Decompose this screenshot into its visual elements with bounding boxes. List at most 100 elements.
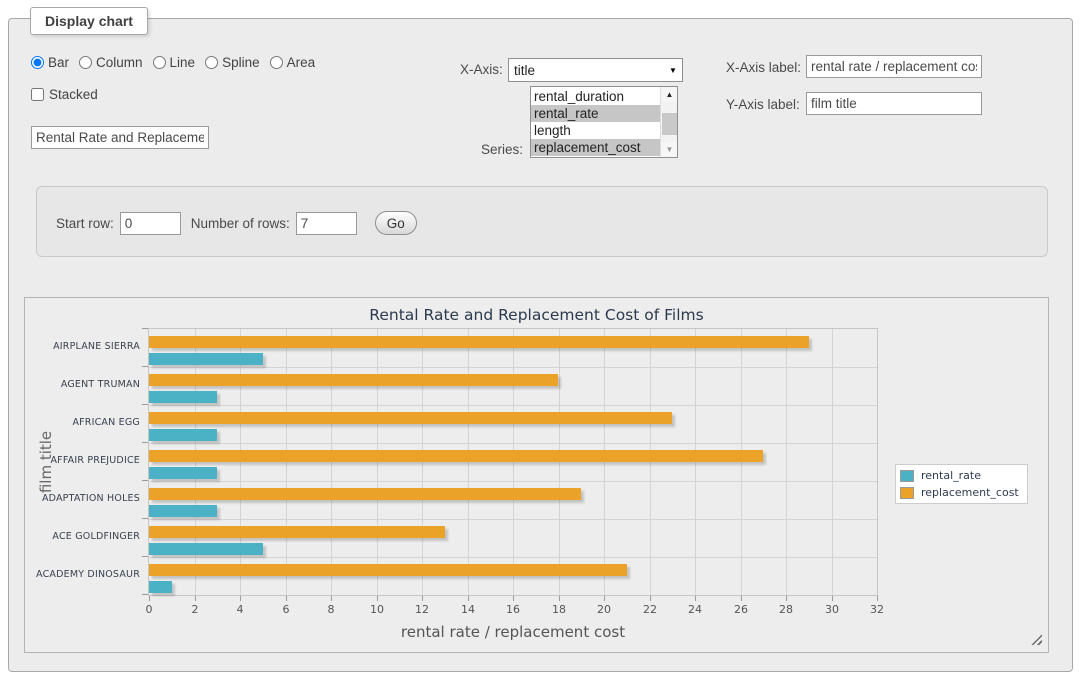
x-axis-tickmark — [513, 596, 514, 601]
x-axis-tickmark — [604, 596, 605, 601]
resize-grip-icon[interactable] — [1031, 634, 1042, 645]
series-label: Series: — [481, 142, 523, 157]
chart-type-radio-label: Column — [96, 55, 143, 70]
go-button[interactable]: Go — [375, 211, 417, 235]
y-axis-tickmark — [142, 594, 148, 595]
start-row-input[interactable] — [120, 212, 181, 235]
x-axis-tick-label: 16 — [506, 603, 520, 616]
gridline-vertical — [331, 329, 332, 595]
gridline-horizontal — [149, 519, 877, 520]
chart-type-radio-line[interactable] — [153, 56, 166, 69]
scroll-up-icon[interactable]: ▲ — [661, 87, 678, 102]
y-axis-category-label: ACADEMY DINOSAUR — [25, 556, 140, 594]
x-axis-label-caption: X-Axis label: — [726, 60, 801, 75]
y-axis-category-label: ACE GOLDFINGER — [25, 518, 140, 556]
x-axis-tickmark — [240, 596, 241, 601]
x-axis-tick-label: 8 — [328, 603, 335, 616]
x-axis-tick-label: 28 — [779, 603, 793, 616]
num-rows-label: Number of rows: — [191, 216, 290, 231]
legend-row: rental_rate — [898, 467, 1021, 484]
legend-row: replacement_cost — [898, 484, 1021, 501]
fieldset-legend: Display chart — [30, 7, 148, 35]
x-axis-tickmark — [149, 596, 150, 601]
stacked-label: Stacked — [49, 87, 98, 102]
series-option-rental_rate[interactable]: rental_rate — [531, 105, 660, 122]
x-axis-tick-label: 2 — [192, 603, 199, 616]
chart-type-radio-area[interactable] — [270, 56, 283, 69]
x-axis-label-input[interactable] — [806, 55, 982, 78]
gridline-vertical — [832, 329, 833, 595]
chart-type-option-spline[interactable]: Spline — [205, 55, 260, 70]
gridline-vertical — [604, 329, 605, 595]
x-axis-tick-label: 0 — [146, 603, 153, 616]
stacked-checkbox[interactable] — [31, 88, 44, 101]
chart-type-option-area[interactable]: Area — [270, 55, 316, 70]
gridline-horizontal — [149, 557, 877, 558]
x-axis-tickmark — [877, 596, 878, 601]
legend-swatch-rental_rate — [900, 470, 914, 482]
series-listbox[interactable]: rental_durationrental_ratelengthreplacem… — [530, 86, 678, 158]
display-chart-fieldset: Display chart BarColumnLineSplineArea St… — [8, 18, 1073, 672]
y-axis-tickmark — [142, 556, 148, 557]
x-axis-tick-label: 30 — [825, 603, 839, 616]
x-axis-tick-label: 22 — [643, 603, 657, 616]
x-axis-tick-label: 10 — [370, 603, 384, 616]
gridline-vertical — [377, 329, 378, 595]
x-axis-tickmark — [286, 596, 287, 601]
bar-replacement-cost — [149, 564, 627, 576]
y-axis-category-label: AFRICAN EGG — [25, 404, 140, 442]
num-rows-input[interactable] — [296, 212, 357, 235]
chart-type-option-bar[interactable]: Bar — [31, 55, 69, 70]
bar-rental-rate — [149, 543, 263, 555]
series-option-rental_duration[interactable]: rental_duration — [531, 88, 660, 105]
chart-title: Rental Rate and Replacement Cost of Film… — [25, 306, 1048, 324]
y-axis-tickmark — [142, 480, 148, 481]
chart-type-option-column[interactable]: Column — [79, 55, 143, 70]
y-axis-tickmark — [142, 404, 148, 405]
scrollbar-thumb[interactable] — [662, 113, 677, 135]
chart-legend: rental_rate replacement_cost — [895, 464, 1028, 504]
y-axis-label-input[interactable] — [806, 92, 982, 115]
x-axis-tickmark — [832, 596, 833, 601]
y-axis-tickmark — [142, 366, 148, 367]
bar-replacement-cost — [149, 374, 558, 386]
gridline-vertical — [741, 329, 742, 595]
chart-type-radio-spline[interactable] — [205, 56, 218, 69]
bar-rental-rate — [149, 467, 217, 479]
x-axis-tick-label: 12 — [415, 603, 429, 616]
gridline-vertical — [286, 329, 287, 595]
x-axis-tick-label: 32 — [870, 603, 884, 616]
legend-label: rental_rate — [921, 469, 981, 482]
bar-replacement-cost — [149, 488, 581, 500]
x-axis-tickmark — [695, 596, 696, 601]
x-axis-tick-label: 14 — [461, 603, 475, 616]
scroll-down-icon[interactable]: ▼ — [661, 142, 678, 157]
gridline-vertical — [559, 329, 560, 595]
chart-panel: Rental Rate and Replacement Cost of Film… — [24, 297, 1049, 653]
legend-label: replacement_cost — [921, 486, 1019, 499]
x-axis-tickmark — [422, 596, 423, 601]
chart-type-radio-bar[interactable] — [31, 56, 44, 69]
series-option-replacement_cost[interactable]: replacement_cost — [531, 139, 660, 156]
bar-rental-rate — [149, 353, 263, 365]
chart-title-input[interactable] — [31, 126, 209, 149]
y-axis-category-label: AGENT TRUMAN — [25, 366, 140, 404]
series-scrollbar[interactable]: ▲ ▼ — [660, 87, 677, 157]
bar-rental-rate — [149, 505, 217, 517]
x-axis-select[interactable]: title ▼ — [508, 58, 683, 82]
chart-type-radios: Bar Column Line Spline Area — [31, 55, 325, 70]
gridline-horizontal — [149, 481, 877, 482]
y-axis-category-label: AIRPLANE SIERRA — [25, 328, 140, 366]
stacked-checkbox-row[interactable]: Stacked — [31, 87, 98, 102]
x-axis-tickmark — [195, 596, 196, 601]
chart-type-radio-column[interactable] — [79, 56, 92, 69]
chart-type-option-line[interactable]: Line — [153, 55, 196, 70]
plot-grid — [148, 328, 878, 596]
gridline-vertical — [468, 329, 469, 595]
series-option-length[interactable]: length — [531, 122, 660, 139]
x-axis-tickmark — [650, 596, 651, 601]
x-axis-tickmark — [377, 596, 378, 601]
chart-type-radio-label: Spline — [222, 55, 260, 70]
y-axis-category-label: ADAPTATION HOLES — [25, 480, 140, 518]
bar-replacement-cost — [149, 336, 809, 348]
